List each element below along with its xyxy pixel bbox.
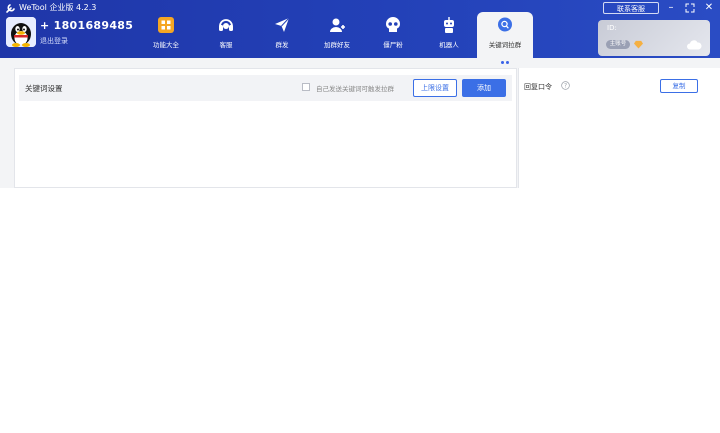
add-keyword-button[interactable]: 添加 (462, 79, 506, 97)
nav-label: 群发 (275, 41, 289, 49)
header: WeTool 企业版 4.2.3 联系客服 – ✕ + 1801689485 退… (0, 0, 720, 83)
penguin-avatar-icon (6, 17, 36, 47)
nav-item-features[interactable]: 功能大全 (138, 12, 194, 56)
self-trigger-checkbox[interactable] (302, 83, 310, 91)
robot-icon (444, 17, 454, 33)
contact-support-label: 联系客服 (617, 5, 645, 13)
keyword-settings-panel: 关键词设置 自己发送关键词可触发拉群 上限设置 添加 (14, 68, 517, 188)
nav-item-robot[interactable]: 机器人 (421, 12, 477, 56)
nav-item-add-friends[interactable]: 加群好友 (309, 12, 365, 56)
self-trigger-label[interactable]: 自己发送关键词可触发拉群 (316, 83, 394, 93)
nav-label: 僵尸粉 (383, 41, 403, 49)
close-icon[interactable]: ✕ (703, 2, 715, 14)
add-keyword-label: 添加 (477, 84, 491, 92)
contact-support-button[interactable]: 联系客服 (603, 2, 659, 14)
minimize-icon[interactable]: – (665, 2, 677, 14)
account-type-badge: 主账号 (606, 40, 630, 49)
wetool-logo-icon (6, 4, 15, 13)
nav-label: 功能大全 (153, 41, 179, 49)
nav-label: 加群好友 (324, 41, 350, 49)
app-window: WeTool 企业版 4.2.3 联系客服 – ✕ + 1801689485 退… (0, 0, 720, 188)
add-user-icon (330, 18, 345, 32)
limit-settings-label: 上限设置 (421, 84, 449, 92)
keyword-settings-title: 关键词设置 (25, 84, 63, 93)
help-icon[interactable]: ? (561, 81, 570, 90)
grid-icon (158, 17, 174, 33)
reply-command-label: 回复口令 (524, 83, 552, 91)
logout-link[interactable]: 退出登录 (40, 36, 68, 46)
account-card[interactable]: ID: 主账号 (598, 20, 710, 56)
nav-label: 关键词拉群 (488, 41, 522, 49)
user-phone: + 1801689485 (40, 19, 134, 32)
svg-text:?: ? (564, 84, 567, 90)
nav-item-keyword-group[interactable]: 关键词拉群 (477, 12, 533, 83)
nav-item-zombie-fans[interactable]: 僵尸粉 (365, 12, 421, 56)
copy-label: 复制 (672, 82, 686, 90)
keyword-chat-icon (498, 17, 512, 32)
limit-settings-button[interactable]: 上限设置 (413, 79, 457, 97)
nav-label: 机器人 (439, 41, 459, 49)
diamond-icon (634, 40, 643, 49)
maximize-icon[interactable] (684, 2, 696, 14)
headset-icon (219, 19, 233, 31)
paper-plane-icon (275, 17, 290, 32)
reply-command-panel: 回复口令 ? 复制 (518, 68, 720, 188)
account-id-label: ID: (607, 24, 617, 32)
more-dots-icon[interactable] (499, 49, 513, 83)
skull-icon (386, 17, 400, 32)
nav-item-customer-service[interactable]: 客服 (198, 12, 254, 56)
cloud-icon (687, 40, 702, 50)
keyword-toolbar: 关键词设置 自己发送关键词可触发拉群 上限设置 添加 (19, 75, 512, 101)
nav-item-mass-send[interactable]: 群发 (254, 12, 310, 56)
copy-button[interactable]: 复制 (660, 79, 698, 93)
avatar[interactable] (6, 17, 36, 47)
app-title: WeTool 企业版 4.2.3 (19, 3, 97, 12)
nav-label: 客服 (219, 41, 233, 49)
